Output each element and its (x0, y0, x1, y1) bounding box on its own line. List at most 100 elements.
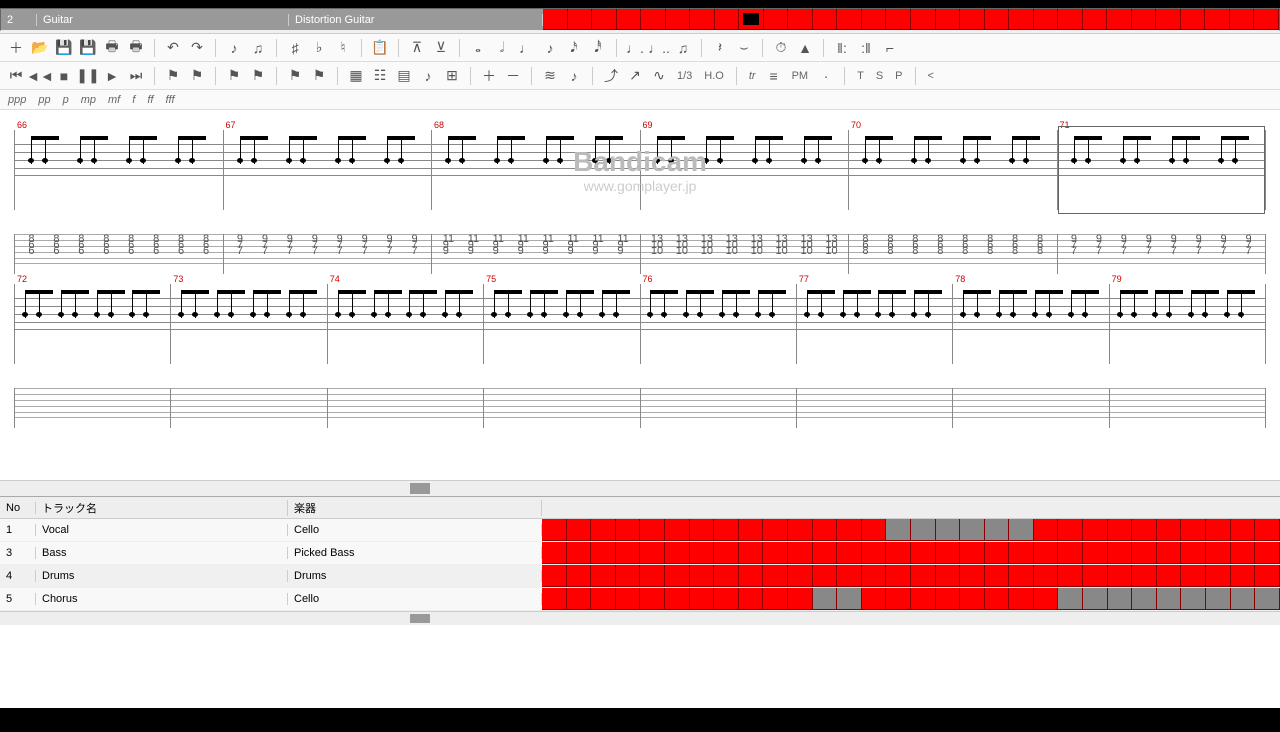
palm-mute-label[interactable]: PM (788, 70, 813, 82)
timeline-cell[interactable] (1083, 9, 1108, 30)
timeline-cell[interactable] (788, 588, 813, 610)
view-note-icon[interactable]: ♪ (418, 66, 438, 86)
timeline-cell[interactable] (1009, 588, 1034, 610)
timeline-cell[interactable] (1108, 519, 1133, 541)
timeline-cell[interactable] (936, 565, 961, 587)
timeline-cell[interactable] (788, 519, 813, 541)
timeline-cell[interactable] (837, 565, 862, 587)
timeline-cell[interactable] (665, 542, 690, 564)
timeline-cell[interactable] (1108, 542, 1133, 564)
save-icon[interactable]: 💾 (54, 38, 74, 58)
measure-74[interactable]: 74 (328, 284, 484, 364)
slide-icon[interactable]: ↗ (625, 66, 645, 86)
track-row-5[interactable]: 5ChorusCello (0, 588, 1280, 611)
timeline-cell[interactable] (690, 588, 715, 610)
scrollbar-tracks[interactable] (0, 611, 1280, 625)
zoom-in-icon[interactable]: ＋ (479, 66, 499, 86)
timeline-cell[interactable] (1255, 565, 1280, 587)
timeline-cell[interactable] (985, 542, 1010, 564)
timeline-cell[interactable] (1181, 519, 1206, 541)
zoom-out-icon[interactable]: － (503, 66, 523, 86)
timeline-cell[interactable] (985, 519, 1010, 541)
timeline-cell[interactable] (690, 542, 715, 564)
timeline-cell[interactable] (640, 588, 665, 610)
timeline-cell[interactable] (813, 9, 838, 30)
timeline-cell[interactable] (1132, 565, 1157, 587)
timeline-cell[interactable] (788, 9, 813, 30)
timeline-cell[interactable] (960, 542, 985, 564)
dotted-icon[interactable]: ♩. (625, 38, 645, 58)
track-timeline[interactable] (542, 542, 1280, 564)
double-dotted-icon[interactable]: ♩.. (649, 38, 669, 58)
timeline-cell[interactable] (1083, 542, 1108, 564)
prev-icon[interactable]: ◄◄ (30, 66, 50, 86)
timeline-cell[interactable] (1205, 9, 1230, 30)
tab-measure[interactable] (1110, 388, 1266, 428)
timeline-cell[interactable] (568, 9, 593, 30)
view-mixer-icon[interactable]: ⊞ (442, 66, 462, 86)
undo-icon[interactable]: ↶ (163, 38, 183, 58)
dyn-fff[interactable]: fff (165, 94, 174, 106)
note-mode-icon[interactable]: ♪ (224, 38, 244, 58)
tab-measure[interactable] (953, 388, 1109, 428)
timeline-cell[interactable] (715, 9, 740, 30)
track-timeline[interactable] (542, 519, 1280, 541)
timeline-cell[interactable] (690, 9, 715, 30)
measure-71[interactable]: 71 (1058, 130, 1267, 210)
timeline-cell[interactable] (567, 565, 592, 587)
track-timeline[interactable] (542, 565, 1280, 587)
timeline-cell[interactable] (911, 588, 936, 610)
timeline-cell[interactable] (739, 542, 764, 564)
timeline-cell[interactable] (1230, 9, 1255, 30)
tie-icon[interactable]: ⌣ (734, 38, 754, 58)
grace-note-icon[interactable]: ♪ (564, 66, 584, 86)
flag3-icon[interactable]: ⚑ (224, 66, 244, 86)
timeline-cell[interactable] (567, 588, 592, 610)
chord-mode-icon[interactable]: ♫ (248, 38, 268, 58)
timeline-cell[interactable] (1009, 9, 1034, 30)
timeline-cell[interactable] (714, 542, 739, 564)
timeline-cell[interactable] (1181, 9, 1206, 30)
timeline-cell[interactable] (567, 542, 592, 564)
dyn-ppp[interactable]: ppp (8, 94, 26, 106)
timeline-cell[interactable] (1231, 565, 1256, 587)
effect1-icon[interactable]: ≋ (540, 66, 560, 86)
timeline-cell[interactable] (1058, 542, 1083, 564)
text-S-label[interactable]: S (872, 70, 887, 82)
timeline-cell[interactable] (543, 9, 568, 30)
natural-icon[interactable]: ♮ (333, 38, 353, 58)
timeline-cell[interactable] (1206, 519, 1231, 541)
align-bottom-icon[interactable]: ⊻ (431, 38, 451, 58)
timeline-cell[interactable] (591, 588, 616, 610)
tab-measure[interactable] (14, 388, 171, 428)
timeline-cell[interactable] (764, 9, 789, 30)
metronome-icon[interactable]: ▲ (795, 38, 815, 58)
timeline-cell[interactable] (714, 588, 739, 610)
timeline-cell[interactable] (542, 519, 567, 541)
measure-72[interactable]: 72 (14, 284, 171, 364)
measure-66[interactable]: 66 (14, 130, 224, 210)
tab-measure[interactable] (797, 388, 953, 428)
timeline-cell[interactable] (960, 9, 985, 30)
timeline-cell[interactable] (886, 9, 911, 30)
trill-label[interactable]: tr (745, 70, 760, 82)
timeline-cell[interactable] (886, 588, 911, 610)
timeline-cell[interactable] (1206, 565, 1231, 587)
stop-icon[interactable]: ■ (54, 66, 74, 86)
timeline-cell[interactable] (1083, 588, 1108, 610)
timeline-cell[interactable] (886, 542, 911, 564)
timeline-cell[interactable] (1181, 565, 1206, 587)
ending-icon[interactable]: ⌐ (880, 38, 900, 58)
redo-icon[interactable]: ↷ (187, 38, 207, 58)
measure-70[interactable]: 70 (849, 130, 1058, 210)
sixteenth-note-icon[interactable]: 𝅘𝅥𝅯 (564, 38, 584, 58)
tab-measure[interactable]: 868868868868868868868868 (849, 234, 1058, 274)
timeline-cell[interactable] (1157, 588, 1182, 610)
dyn-p[interactable]: p (63, 94, 69, 106)
timeline-cell[interactable] (788, 542, 813, 564)
timeline-cell[interactable] (1058, 565, 1083, 587)
timeline-cell[interactable] (911, 519, 936, 541)
timeline-cell[interactable] (886, 519, 911, 541)
timeline-cell[interactable] (985, 588, 1010, 610)
timeline-cell[interactable] (1132, 588, 1157, 610)
